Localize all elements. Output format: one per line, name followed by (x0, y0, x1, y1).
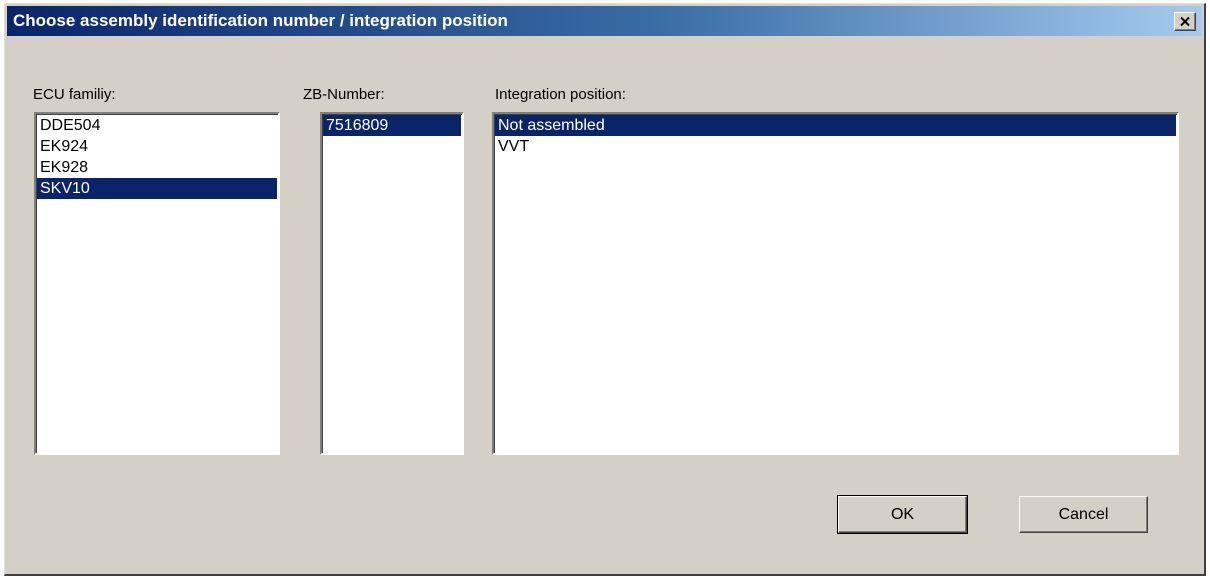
list-item[interactable]: EK928 (37, 157, 277, 178)
title-bar[interactable]: Choose assembly identification number / … (7, 6, 1202, 36)
list-item[interactable]: EK924 (37, 136, 277, 157)
zb-number-label: ZB-Number: (303, 86, 385, 103)
zb-number-listbox[interactable]: 7516809 (320, 112, 464, 455)
window-title: Choose assembly identification number / … (13, 11, 508, 30)
list-item[interactable]: SKV10 (37, 178, 277, 199)
list-item[interactable]: Not assembled (495, 115, 1176, 136)
list-item[interactable]: DDE504 (37, 115, 277, 136)
integration-position-listbox[interactable]: Not assembled VVT (492, 112, 1179, 455)
list-item[interactable]: VVT (495, 136, 1176, 157)
ok-button[interactable]: OK (837, 495, 968, 534)
cancel-button[interactable]: Cancel (1019, 496, 1148, 533)
dialog-window: Choose assembly identification number / … (4, 3, 1206, 576)
close-button[interactable] (1174, 12, 1196, 31)
ecu-family-listbox[interactable]: DDE504 EK924 EK928 SKV10 (34, 112, 280, 455)
list-item[interactable]: 7516809 (323, 115, 461, 136)
close-icon (1180, 17, 1190, 26)
integration-position-label: Integration position: (495, 86, 626, 103)
ecu-family-label: ECU familiy: (33, 86, 116, 103)
